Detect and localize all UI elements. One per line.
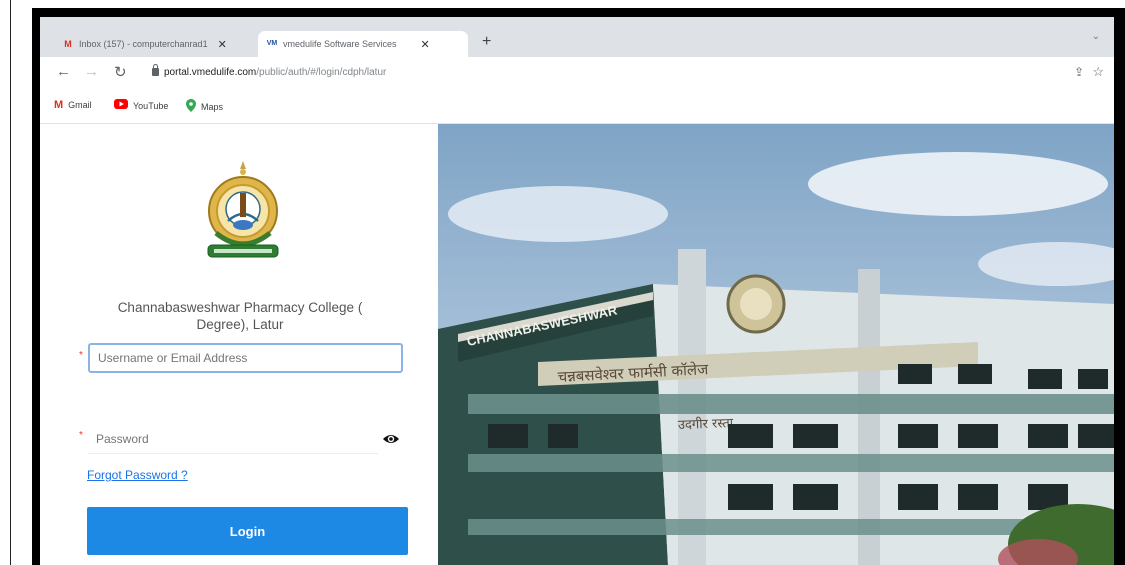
tab-label: vmedulife Software Services [283,39,397,49]
college-logo [207,161,279,258]
outer-border-line [10,0,11,565]
forward-arrow-icon[interactable]: → [84,63,99,80]
address-bar[interactable]: portal.vmedulife.com/public/auth/#/login… [164,67,386,78]
url-host: portal.vmedulife.com [164,67,257,78]
reload-icon[interactable]: ↻ [114,63,127,81]
building-photo-illustration: CHANNABASWESHWAR चन्नबसवेश्वर फार्मसी कॉ… [438,124,1114,565]
vmedulife-icon: VM [266,40,278,47]
tab-label: Inbox (157) - computerchanrad1 [79,39,208,49]
login-panel: Channabasweshwar Pharmacy College ( Degr… [40,124,438,565]
bookmark-youtube[interactable]: YouTube [114,99,168,112]
chevron-down-icon[interactable]: ⌄ [1092,31,1100,42]
bookmark-label: Gmail [68,100,92,110]
gmail-icon: M [54,99,64,111]
show-password-eye-icon[interactable] [382,430,400,448]
youtube-icon [114,99,128,112]
bookmark-gmail[interactable]: M Gmail [54,99,92,111]
bookmark-label: YouTube [133,100,169,111]
tab-vmedulife[interactable]: VM vmedulife Software Services ✕ [258,31,468,57]
tab-gmail[interactable]: M Inbox (157) - computerchanrad1 ✕ [54,31,256,57]
bookmarks-bar: M Gmail YouTube Maps [40,89,1114,124]
marathi-sign-text-2: उदगीर रस्ता [678,415,734,433]
bookmark-star-icon[interactable]: ☆ [1092,64,1104,80]
maps-pin-icon [186,99,196,115]
back-arrow-icon[interactable]: ← [56,63,71,80]
url-path: /public/auth/#/login/cdph/latur [256,67,387,78]
bookmark-maps[interactable]: Maps [186,99,223,115]
login-button[interactable]: Login [87,507,408,555]
tab-strip: M Inbox (157) - computerchanrad1 ✕ VM vm… [40,17,1114,57]
browser-window: M Inbox (157) - computerchanrad1 ✕ VM vm… [40,17,1114,565]
share-icon[interactable]: ⇪ [1074,65,1084,79]
required-marker: * [79,430,83,441]
college-building-photo: CHANNABASWESHWAR चन्नबसवेश्वर फार्मसी कॉ… [438,124,1114,565]
lock-icon [152,64,159,76]
password-input[interactable] [88,424,378,454]
gmail-icon: M [64,39,72,49]
screenshot-frame: M Inbox (157) - computerchanrad1 ✕ VM vm… [32,8,1125,565]
bookmark-label: Maps [201,102,224,112]
new-tab-icon[interactable]: + [482,33,491,51]
close-tab-icon[interactable]: ✕ [421,38,430,51]
username-input[interactable] [88,343,403,373]
required-marker: * [79,350,83,361]
college-name: Channabasweshwar Pharmacy College ( Degr… [117,300,363,332]
forgot-password-link[interactable]: Forgot Password ? [87,468,188,482]
close-tab-icon[interactable]: ✕ [218,38,227,51]
browser-toolbar: ← → ↻ portal.vmedulife.com/public/auth/#… [40,57,1114,89]
